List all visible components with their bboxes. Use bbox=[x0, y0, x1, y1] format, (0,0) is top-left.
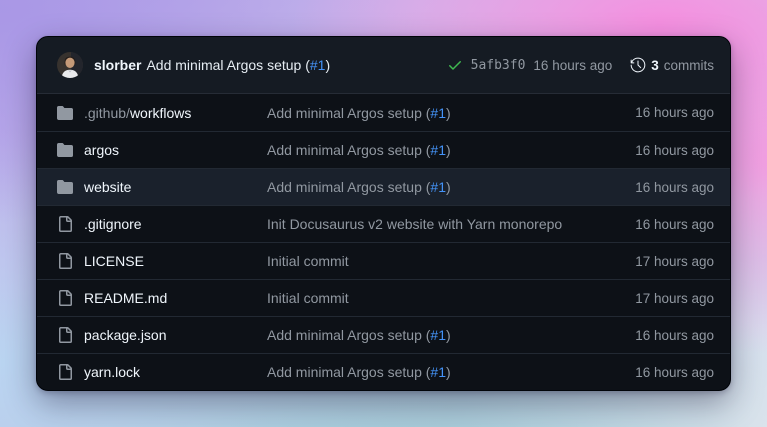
avatar-image bbox=[57, 52, 83, 78]
repo-file-browser: slorber Add minimal Argos setup (#1) 5af… bbox=[36, 36, 731, 391]
row-message-text: Add minimal Argos setup ( bbox=[267, 179, 430, 195]
row-message-text: Init Docusaurus v2 website with Yarn mon… bbox=[267, 216, 562, 232]
row-time: 16 hours ago bbox=[584, 143, 714, 158]
table-row-readme[interactable]: README.md Initial commit 17 hours ago bbox=[37, 279, 730, 316]
row-message-close: ) bbox=[446, 327, 451, 343]
file-name-cell: argos bbox=[57, 142, 267, 158]
file-name-cell: LICENSE bbox=[57, 253, 267, 269]
commits-count: 3 bbox=[651, 58, 659, 73]
pr-link[interactable]: #1 bbox=[430, 364, 446, 380]
file-name-cell: yarn.lock bbox=[57, 364, 267, 380]
file-name-link[interactable]: package.json bbox=[84, 327, 167, 343]
commits-label: commits bbox=[664, 58, 714, 73]
row-message-close: ) bbox=[446, 364, 451, 380]
file-icon bbox=[57, 364, 73, 380]
checks-passed-icon[interactable] bbox=[447, 57, 463, 73]
history-icon bbox=[630, 57, 646, 73]
path-segment[interactable]: yarn.lock bbox=[84, 364, 140, 380]
path-segment[interactable]: argos bbox=[84, 142, 119, 158]
file-name-cell: .gitignore bbox=[57, 216, 267, 232]
pr-link[interactable]: #1 bbox=[430, 105, 446, 121]
row-time: 16 hours ago bbox=[584, 217, 714, 232]
row-time: 16 hours ago bbox=[584, 180, 714, 195]
folder-icon bbox=[57, 105, 73, 121]
file-icon bbox=[57, 290, 73, 306]
file-name-cell: README.md bbox=[57, 290, 267, 306]
path-segment[interactable]: package.json bbox=[84, 327, 167, 343]
table-row-package-json[interactable]: package.json Add minimal Argos setup (#1… bbox=[37, 316, 730, 353]
table-row-website[interactable]: website Add minimal Argos setup (#1) 16 … bbox=[37, 168, 730, 205]
row-message-text: Add minimal Argos setup ( bbox=[267, 327, 430, 343]
avatar[interactable] bbox=[57, 52, 83, 78]
file-name-cell: website bbox=[57, 179, 267, 195]
file-name-link[interactable]: yarn.lock bbox=[84, 364, 140, 380]
pr-link[interactable]: #1 bbox=[430, 142, 446, 158]
row-time: 17 hours ago bbox=[584, 254, 714, 269]
table-row-yarn-lock[interactable]: yarn.lock Add minimal Argos setup (#1) 1… bbox=[37, 353, 730, 390]
table-row-gitignore[interactable]: .gitignore Init Docusaurus v2 website wi… bbox=[37, 205, 730, 242]
pr-link[interactable]: #1 bbox=[310, 57, 326, 73]
path-prefix[interactable]: .github/ bbox=[84, 105, 130, 121]
path-segment[interactable]: README.md bbox=[84, 290, 167, 306]
path-segment[interactable]: LICENSE bbox=[84, 253, 144, 269]
commit-author[interactable]: slorber bbox=[94, 57, 141, 73]
row-time: 16 hours ago bbox=[584, 365, 714, 380]
row-commit-message[interactable]: Initial commit bbox=[267, 290, 584, 306]
row-commit-message[interactable]: Add minimal Argos setup (#1) bbox=[267, 364, 584, 380]
file-icon bbox=[57, 327, 73, 343]
pr-link[interactable]: #1 bbox=[430, 179, 446, 195]
commit-message-close: ) bbox=[325, 57, 330, 73]
commit-message[interactable]: Add minimal Argos setup (#1) bbox=[146, 57, 330, 73]
folder-icon bbox=[57, 179, 73, 195]
file-name-cell: package.json bbox=[57, 327, 267, 343]
file-name-cell: .github/workflows bbox=[57, 105, 267, 121]
table-row-github-workflows[interactable]: .github/workflows Add minimal Argos setu… bbox=[37, 94, 730, 131]
file-name-link[interactable]: argos bbox=[84, 142, 119, 158]
row-message-text: Initial commit bbox=[267, 290, 349, 306]
commit-sha[interactable]: 5afb3f0 bbox=[471, 58, 526, 73]
row-commit-message[interactable]: Initial commit bbox=[267, 253, 584, 269]
path-segment[interactable]: workflows bbox=[130, 105, 191, 121]
file-icon bbox=[57, 216, 73, 232]
row-message-text: Add minimal Argos setup ( bbox=[267, 364, 430, 380]
commit-meta: 5afb3f0 16 hours ago 3 commits bbox=[447, 57, 714, 73]
file-name-link[interactable]: README.md bbox=[84, 290, 167, 306]
file-icon bbox=[57, 253, 73, 269]
row-message-text: Add minimal Argos setup ( bbox=[267, 142, 430, 158]
row-commit-message[interactable]: Add minimal Argos setup (#1) bbox=[267, 327, 584, 343]
file-table: .github/workflows Add minimal Argos setu… bbox=[37, 94, 730, 390]
row-commit-message[interactable]: Add minimal Argos setup (#1) bbox=[267, 105, 584, 121]
commit-time: 16 hours ago bbox=[533, 58, 612, 73]
row-time: 16 hours ago bbox=[584, 105, 714, 120]
table-row-argos[interactable]: argos Add minimal Argos setup (#1) 16 ho… bbox=[37, 131, 730, 168]
row-message-close: ) bbox=[446, 105, 451, 121]
latest-commit-header: slorber Add minimal Argos setup (#1) 5af… bbox=[37, 37, 730, 94]
path-segment[interactable]: website bbox=[84, 179, 131, 195]
commits-history-link[interactable]: 3 commits bbox=[630, 57, 714, 73]
file-name-link[interactable]: LICENSE bbox=[84, 253, 144, 269]
row-message-text: Add minimal Argos setup ( bbox=[267, 105, 430, 121]
file-name-link[interactable]: .github/workflows bbox=[84, 105, 191, 121]
pr-link[interactable]: #1 bbox=[430, 327, 446, 343]
row-commit-message[interactable]: Add minimal Argos setup (#1) bbox=[267, 179, 584, 195]
path-segment[interactable]: .gitignore bbox=[84, 216, 142, 232]
row-commit-message[interactable]: Add minimal Argos setup (#1) bbox=[267, 142, 584, 158]
row-time: 16 hours ago bbox=[584, 328, 714, 343]
table-row-license[interactable]: LICENSE Initial commit 17 hours ago bbox=[37, 242, 730, 279]
row-message-close: ) bbox=[446, 142, 451, 158]
file-name-link[interactable]: .gitignore bbox=[84, 216, 142, 232]
folder-icon bbox=[57, 142, 73, 158]
row-message-text: Initial commit bbox=[267, 253, 349, 269]
row-message-close: ) bbox=[446, 179, 451, 195]
file-name-link[interactable]: website bbox=[84, 179, 131, 195]
row-commit-message[interactable]: Init Docusaurus v2 website with Yarn mon… bbox=[267, 216, 584, 232]
row-time: 17 hours ago bbox=[584, 291, 714, 306]
commit-message-text: Add minimal Argos setup ( bbox=[146, 57, 309, 73]
